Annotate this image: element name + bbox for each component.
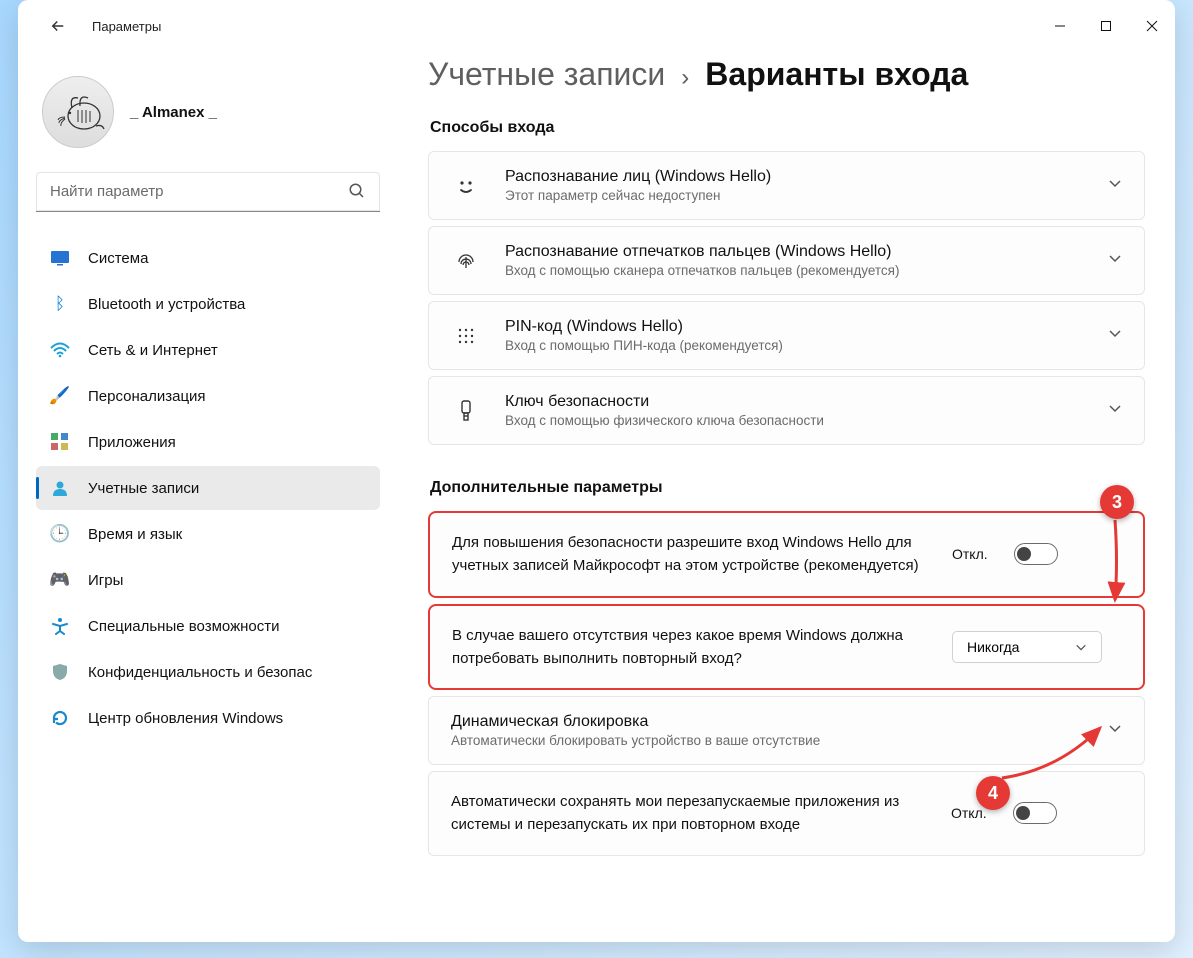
- toggle-state-label: Откл.: [951, 805, 987, 821]
- setting-text: В случае вашего отсутствия через какое в…: [452, 624, 932, 671]
- nav-label: Персонализация: [88, 388, 206, 405]
- nav-gaming[interactable]: 🎮 Игры: [36, 558, 380, 602]
- nav-accounts[interactable]: Учетные записи: [36, 466, 380, 510]
- update-icon: [50, 708, 70, 728]
- key-icon: [451, 400, 481, 422]
- setting-text: Для повышения безопасности разрешите вхо…: [452, 531, 932, 578]
- card-title: PIN-код (Windows Hello): [505, 318, 1084, 336]
- card-subtitle: Вход с помощью физического ключа безопас…: [505, 413, 1084, 428]
- annotation-badge-4: 4: [976, 776, 1010, 810]
- annotation-badge-3: 3: [1100, 485, 1134, 519]
- nav-time-language[interactable]: 🕒 Время и язык: [36, 512, 380, 556]
- nav-label: Центр обновления Windows: [88, 710, 283, 727]
- card-subtitle: Автоматически блокировать устройство в в…: [451, 733, 1084, 748]
- nav-label: Система: [88, 250, 148, 267]
- chevron-down-icon: [1108, 401, 1122, 420]
- nav-windows-update[interactable]: Центр обновления Windows: [36, 696, 380, 740]
- minimize-button[interactable]: [1037, 5, 1083, 47]
- chevron-down-icon: [1108, 176, 1122, 195]
- profile[interactable]: _ Almanex _: [36, 62, 380, 172]
- chevron-down-icon: [1108, 721, 1122, 740]
- setting-windows-hello-only: Для повышения безопасности разрешите вхо…: [428, 511, 1145, 598]
- nav-label: Игры: [88, 572, 123, 589]
- toggle-state-label: Откл.: [952, 546, 988, 562]
- section-title-additional: Дополнительные параметры: [430, 479, 1145, 497]
- card-title: Распознавание лиц (Windows Hello): [505, 168, 1084, 186]
- nav-privacy[interactable]: Конфиденциальность и безопас: [36, 650, 380, 694]
- nav-system[interactable]: Система: [36, 236, 380, 280]
- search: [36, 172, 380, 212]
- setting-require-signin: В случае вашего отсутствия через какое в…: [428, 604, 1145, 691]
- monitor-icon: [50, 248, 70, 268]
- pin-icon: [451, 326, 481, 346]
- search-input[interactable]: [36, 172, 380, 212]
- app-title: Параметры: [92, 19, 161, 34]
- chevron-down-icon: [1108, 251, 1122, 270]
- nav-network[interactable]: Сеть & и Интернет: [36, 328, 380, 372]
- nav-label: Специальные возможности: [88, 618, 280, 635]
- maximize-button[interactable]: [1083, 5, 1129, 47]
- setting-dynamic-lock[interactable]: Динамическая блокировка Автоматически бл…: [428, 696, 1145, 765]
- titlebar: Параметры: [18, 0, 1175, 52]
- setting-restart-apps: Автоматически сохранять мои перезапускае…: [428, 771, 1145, 856]
- nav-label: Конфиденциальность и безопас: [88, 664, 312, 681]
- nav-apps[interactable]: Приложения: [36, 420, 380, 464]
- nav-label: Сеть & и Интернет: [88, 342, 218, 359]
- person-icon: [50, 478, 70, 498]
- accessibility-icon: [50, 616, 70, 636]
- avatar: [42, 76, 114, 148]
- search-icon: [348, 182, 366, 205]
- nav-personalization[interactable]: 🖌️ Персонализация: [36, 374, 380, 418]
- breadcrumb-separator: ›: [681, 64, 689, 92]
- nav-accessibility[interactable]: Специальные возможности: [36, 604, 380, 648]
- clock-icon: 🕒: [50, 524, 70, 544]
- nav-label: Учетные записи: [88, 480, 199, 497]
- content: Учетные записи › Варианты входа Способы …: [398, 52, 1175, 942]
- bluetooth-icon: ᛒ: [50, 294, 70, 314]
- dropdown-require-signin[interactable]: Никогда: [952, 631, 1102, 663]
- nav-label: Время и язык: [88, 526, 182, 543]
- breadcrumb: Учетные записи › Варианты входа: [428, 56, 1145, 93]
- nav-bluetooth[interactable]: ᛒ Bluetooth и устройства: [36, 282, 380, 326]
- chevron-down-icon: [1075, 641, 1087, 653]
- game-icon: 🎮: [50, 570, 70, 590]
- breadcrumb-current: Варианты входа: [705, 56, 968, 93]
- wifi-icon: [50, 340, 70, 360]
- additional-settings-list: Для повышения безопасности разрешите вхо…: [428, 511, 1145, 856]
- section-title-signin-methods: Способы входа: [430, 119, 1145, 137]
- toggle-restart-apps[interactable]: [1013, 802, 1057, 824]
- option-fingerprint[interactable]: Распознавание отпечатков пальцев (Window…: [428, 226, 1145, 295]
- signin-methods-list: Распознавание лиц (Windows Hello) Этот п…: [428, 151, 1145, 445]
- card-subtitle: Вход с помощью сканера отпечатков пальце…: [505, 263, 1084, 278]
- sidebar: _ Almanex _ Система ᛒ Bluetooth и устрой…: [18, 52, 398, 942]
- face-icon: [451, 175, 481, 197]
- toggle-windows-hello-only[interactable]: [1014, 543, 1058, 565]
- nav: Система ᛒ Bluetooth и устройства Сеть & …: [36, 236, 380, 740]
- setting-text: Автоматически сохранять мои перезапускае…: [451, 790, 931, 837]
- back-button[interactable]: [38, 6, 78, 46]
- dropdown-value: Никогда: [967, 639, 1019, 655]
- nav-label: Приложения: [88, 434, 176, 451]
- card-title: Распознавание отпечатков пальцев (Window…: [505, 243, 1084, 261]
- card-title: Ключ безопасности: [505, 393, 1084, 411]
- nav-label: Bluetooth и устройства: [88, 296, 245, 313]
- card-title: Динамическая блокировка: [451, 713, 1084, 731]
- option-pin[interactable]: PIN-код (Windows Hello) Вход с помощью П…: [428, 301, 1145, 370]
- shield-icon: [50, 662, 70, 682]
- fingerprint-icon: [451, 250, 481, 272]
- brush-icon: 🖌️: [50, 386, 70, 406]
- chevron-down-icon: [1108, 326, 1122, 345]
- card-subtitle: Вход с помощью ПИН-кода (рекомендуется): [505, 338, 1084, 353]
- close-button[interactable]: [1129, 5, 1175, 47]
- breadcrumb-parent[interactable]: Учетные записи: [428, 56, 665, 93]
- option-face-recognition[interactable]: Распознавание лиц (Windows Hello) Этот п…: [428, 151, 1145, 220]
- card-subtitle: Этот параметр сейчас недоступен: [505, 188, 1084, 203]
- username: _ Almanex _: [130, 104, 217, 121]
- option-security-key[interactable]: Ключ безопасности Вход с помощью физичес…: [428, 376, 1145, 445]
- window-controls: [1037, 5, 1175, 47]
- apps-icon: [50, 432, 70, 452]
